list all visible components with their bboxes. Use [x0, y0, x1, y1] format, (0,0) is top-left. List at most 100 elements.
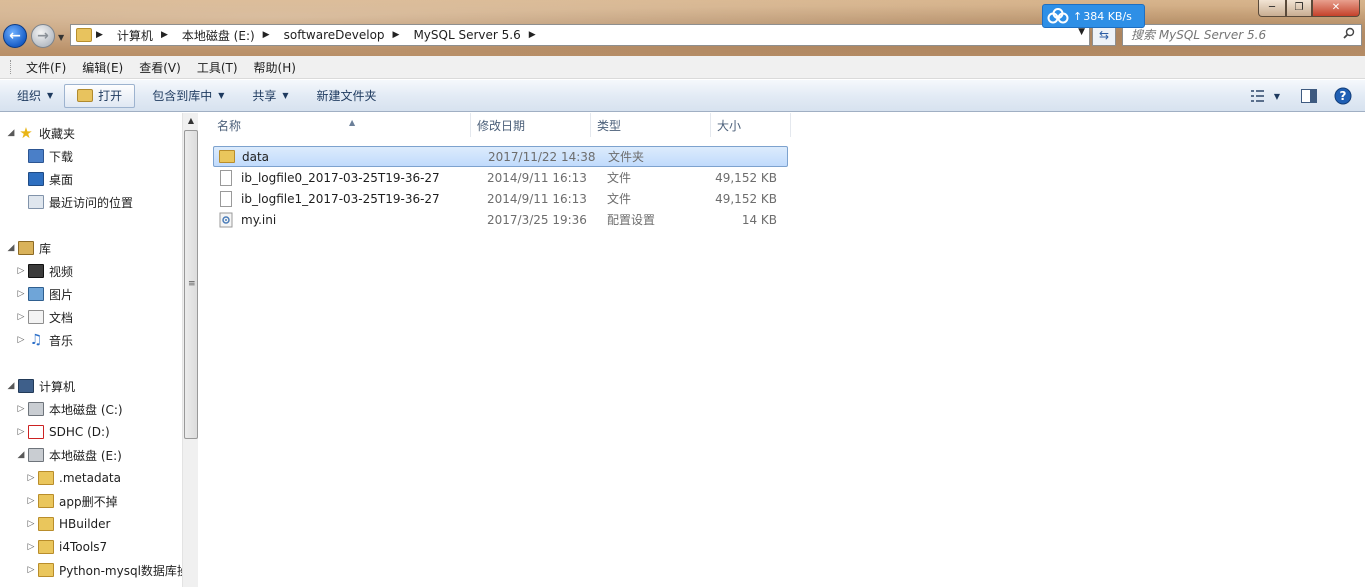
- scroll-up-arrow-icon[interactable]: ▲: [183, 113, 199, 129]
- view-controls: ▼ ?: [1241, 84, 1355, 108]
- scrollbar-thumb[interactable]: ≡: [184, 130, 198, 439]
- back-button[interactable]: ←: [3, 24, 27, 48]
- chevron-right-icon: ▶: [528, 30, 536, 40]
- file-row-my-ini[interactable]: my.ini 2017/3/25 19:36 配置设置 14 KB: [213, 209, 788, 230]
- expand-arrow-icon[interactable]: ◢: [6, 128, 16, 138]
- column-date-modified[interactable]: 修改日期: [471, 113, 591, 137]
- nav-folder-hbuilder[interactable]: ▷ HBuilder: [26, 514, 110, 534]
- grip-icon: ≡: [188, 279, 196, 289]
- folder-icon: [38, 494, 54, 508]
- nav-favorites[interactable]: ◢ ★ 收藏夹: [6, 123, 75, 143]
- nav-computer[interactable]: ◢ 计算机: [6, 376, 75, 396]
- file-row-ib-logfile1[interactable]: ib_logfile1_2017-03-25T19-36-27 2014/9/1…: [213, 188, 788, 209]
- nav-recent-places[interactable]: 最近访问的位置: [16, 192, 133, 212]
- open-button[interactable]: 打开: [64, 83, 136, 108]
- column-type[interactable]: 类型: [591, 113, 711, 137]
- file-row-data[interactable]: data 2017/11/22 14:38 文件夹: [213, 146, 788, 167]
- nav-drive-e[interactable]: ◢ 本地磁盘 (E:): [16, 445, 122, 465]
- music-icon: ♫: [29, 332, 43, 348]
- expand-arrow-icon[interactable]: ◢: [6, 381, 16, 391]
- navigation-scrollbar[interactable]: ▲ ≡: [182, 113, 198, 587]
- collapse-arrow-icon[interactable]: ▷: [26, 519, 36, 529]
- include-in-library-button[interactable]: 包含到库中 ▼: [143, 84, 233, 108]
- library-icon: [18, 241, 34, 255]
- view-list-icon: [1251, 90, 1264, 102]
- breadcrumb-drive-e[interactable]: 本地磁盘 (E:) ▶: [178, 27, 280, 44]
- search-input[interactable]: [1123, 25, 1333, 45]
- view-options-dropdown[interactable]: ▼: [1271, 84, 1283, 108]
- network-speed-widget[interactable]: ↑ 384 KB/s: [1042, 4, 1145, 28]
- address-history-dropdown-icon[interactable]: ▼: [1078, 27, 1085, 37]
- collapse-arrow-icon[interactable]: ▷: [16, 312, 26, 322]
- chevron-down-icon: ▼: [47, 91, 54, 100]
- menu-tools[interactable]: 工具(T): [189, 59, 246, 76]
- column-size[interactable]: 大小: [711, 113, 791, 137]
- nav-folder-app[interactable]: ▷ app删不掉: [26, 491, 118, 511]
- minimize-button[interactable]: ─: [1258, 0, 1286, 17]
- close-button[interactable]: ✕: [1312, 0, 1360, 17]
- file-row-ib-logfile0[interactable]: ib_logfile0_2017-03-25T19-36-27 2014/9/1…: [213, 167, 788, 188]
- nav-desktop[interactable]: 桌面: [16, 169, 73, 189]
- organize-button[interactable]: 组织 ▼: [8, 84, 62, 108]
- sort-ascending-icon: ▲: [349, 118, 356, 127]
- new-folder-button[interactable]: 新建文件夹: [308, 84, 386, 108]
- nav-music[interactable]: ▷ ♫ 音乐: [16, 330, 73, 350]
- breadcrumb-computer[interactable]: 计算机 ▶: [113, 27, 178, 44]
- menu-edit[interactable]: 编辑(E): [74, 59, 131, 76]
- breadcrumb-softwaredevelop[interactable]: softwareDevelop ▶: [280, 28, 410, 42]
- drive-icon: [28, 448, 44, 462]
- nav-pictures[interactable]: ▷ 图片: [16, 284, 73, 304]
- maximize-button[interactable]: ❐: [1286, 0, 1312, 17]
- recent-pages-dropdown-icon[interactable]: ▼: [58, 33, 64, 42]
- open-folder-icon: [77, 89, 94, 102]
- breadcrumb-separator[interactable]: ▶: [92, 30, 113, 40]
- close-icon: ✕: [1331, 2, 1341, 13]
- cloud-icon: [1047, 8, 1069, 24]
- forward-button[interactable]: →: [31, 24, 55, 48]
- chevron-down-icon: ▼: [1273, 91, 1281, 101]
- search-box[interactable]: [1122, 24, 1362, 46]
- network-speed-value: 384 KB/s: [1083, 9, 1132, 23]
- search-icon[interactable]: [1343, 27, 1355, 39]
- desktop-icon: [28, 172, 44, 186]
- column-name[interactable]: 名称 ▲: [211, 113, 471, 137]
- collapse-arrow-icon[interactable]: ▷: [26, 473, 36, 483]
- documents-icon: [28, 310, 44, 324]
- folder-icon: [76, 28, 92, 42]
- svg-text:?: ?: [1340, 89, 1347, 103]
- collapse-arrow-icon[interactable]: ▷: [16, 266, 26, 276]
- nav-documents[interactable]: ▷ 文档: [16, 307, 73, 327]
- chevron-right-icon: ▶: [96, 30, 103, 40]
- menu-help[interactable]: 帮助(H): [246, 59, 304, 76]
- nav-folder-python-mysql[interactable]: ▷ Python-mysql数据库操: [26, 560, 182, 580]
- collapse-arrow-icon[interactable]: ▷: [16, 289, 26, 299]
- nav-drive-d[interactable]: ▷ SDHC (D:): [16, 422, 110, 442]
- help-button[interactable]: ?: [1331, 84, 1355, 108]
- collapse-arrow-icon[interactable]: ▷: [16, 335, 26, 345]
- collapse-arrow-icon[interactable]: ▷: [26, 542, 36, 552]
- menu-view[interactable]: 查看(V): [131, 59, 189, 76]
- star-icon: ★: [19, 124, 33, 142]
- nav-drive-c[interactable]: ▷ 本地磁盘 (C:): [16, 399, 123, 419]
- nav-folder-metadata[interactable]: ▷ .metadata: [26, 468, 121, 488]
- expand-arrow-icon[interactable]: ◢: [6, 243, 16, 253]
- back-arrow-icon: ←: [9, 28, 21, 44]
- chevron-right-icon: ▶: [160, 30, 168, 40]
- column-headers: 名称 ▲ 修改日期 类型 大小: [199, 113, 799, 137]
- nav-downloads[interactable]: 下载: [16, 146, 73, 166]
- nav-videos[interactable]: ▷ 视频: [16, 261, 73, 281]
- breadcrumb-mysql-server[interactable]: MySQL Server 5.6 ▶: [409, 28, 545, 42]
- collapse-arrow-icon[interactable]: ▷: [16, 404, 26, 414]
- preview-pane-button[interactable]: [1297, 84, 1321, 108]
- collapse-arrow-icon[interactable]: ▷: [16, 427, 26, 437]
- collapse-arrow-icon[interactable]: ▷: [26, 496, 36, 506]
- change-view-button[interactable]: [1247, 84, 1271, 108]
- menu-file[interactable]: 文件(F): [18, 59, 74, 76]
- downloads-icon: [28, 149, 44, 163]
- expand-arrow-icon[interactable]: ◢: [16, 450, 26, 460]
- address-bar[interactable]: ▶ 计算机 ▶ 本地磁盘 (E:) ▶ softwareDevelop ▶ MySQL…: [70, 24, 1090, 46]
- nav-libraries[interactable]: ◢ 库: [6, 238, 51, 258]
- share-button[interactable]: 共享 ▼: [243, 84, 297, 108]
- nav-folder-i4tools[interactable]: ▷ i4Tools7: [26, 537, 107, 557]
- collapse-arrow-icon[interactable]: ▷: [26, 565, 36, 575]
